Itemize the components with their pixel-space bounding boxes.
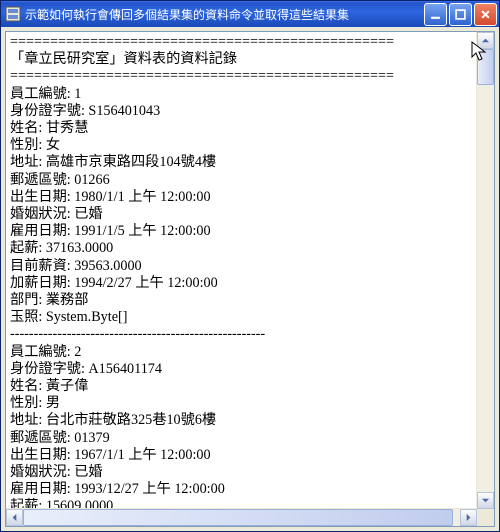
output-textbox[interactable]: ========================================… (6, 32, 494, 526)
app-window: 示範如何執行會傳回多個結果集的資料命令並取得這些結果集 ============… (0, 0, 500, 532)
window-title: 示範如何執行會傳回多個結果集的資料命令並取得這些結果集 (25, 6, 424, 23)
horizontal-scrollbar[interactable] (6, 508, 477, 526)
output-text: ========================================… (6, 32, 476, 508)
client-area: ========================================… (5, 31, 495, 527)
vertical-scrollbar[interactable] (476, 32, 494, 509)
close-button[interactable] (474, 3, 497, 26)
window-controls (424, 3, 497, 26)
titlebar: 示範如何執行會傳回多個結果集的資料命令並取得這些結果集 (1, 1, 499, 27)
vertical-scroll-thumb[interactable] (477, 49, 494, 85)
scroll-left-button[interactable] (6, 509, 23, 526)
maximize-button[interactable] (449, 3, 472, 26)
scroll-right-button[interactable] (460, 509, 477, 526)
scroll-down-button[interactable] (477, 492, 494, 509)
scroll-corner (477, 509, 494, 526)
scroll-up-button[interactable] (477, 32, 494, 49)
app-icon (5, 6, 21, 22)
minimize-button[interactable] (424, 3, 447, 26)
horizontal-scroll-thumb[interactable] (23, 509, 453, 526)
